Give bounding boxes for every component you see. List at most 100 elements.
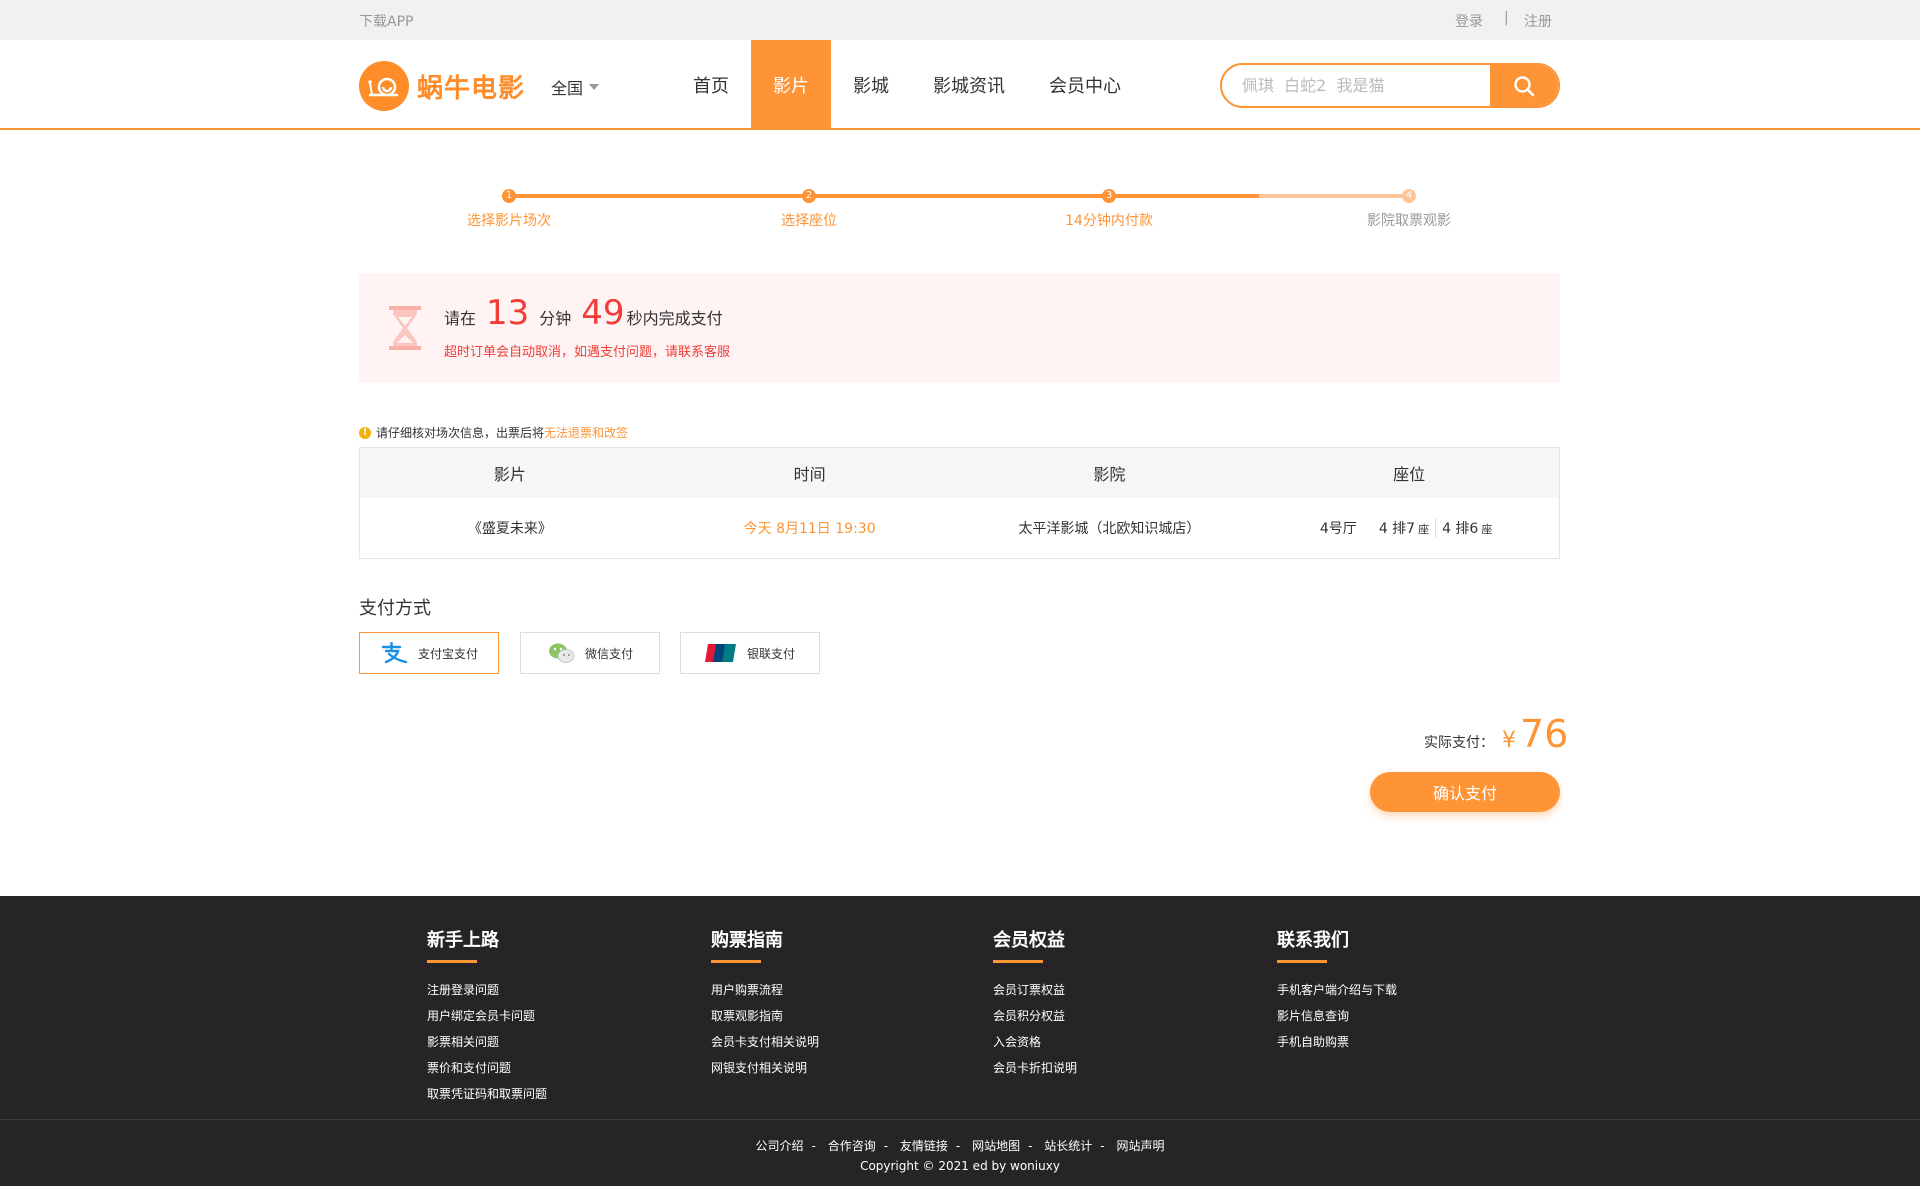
progress-fill (509, 194, 1259, 198)
footer-link[interactable]: 影片信息查询 (1277, 1003, 1537, 1029)
top-bar: 下载APP 登录 | 注册 (0, 0, 1920, 40)
countdown-seconds: 49 (581, 293, 625, 333)
footer-link[interactable]: 会员卡折扣说明 (993, 1055, 1253, 1081)
order-progress-steps: 1 选择影片场次 2 选择座位 3 14分钟内付款 4 影院取票观影 (359, 186, 1559, 236)
cinema-name: 太平洋影城（北欧知识城店） (1018, 521, 1201, 537)
column-header-time: 时间 (793, 465, 826, 484)
download-app-link[interactable]: 下载APP (359, 11, 413, 31)
seat-unit: 座 (1418, 523, 1430, 536)
countdown-minute-unit: 分钟 (539, 309, 572, 328)
column-header-movie: 影片 (493, 465, 526, 484)
step-label: 影院取票观影 (1367, 213, 1451, 229)
footer-column-title: 购票指南 (711, 930, 783, 951)
amount-value: 76 (1520, 712, 1569, 756)
step-label: 14分钟内付款 (1065, 213, 1153, 229)
step-label: 选择座位 (781, 213, 837, 229)
footer-link[interactable]: 入会资格 (993, 1029, 1253, 1055)
step-number: 4 (1402, 189, 1416, 203)
footer-bottom-link[interactable]: 合作咨询 (828, 1139, 876, 1153)
footer-link[interactable]: 用户购票流程 (711, 977, 971, 1003)
footer-bottom-link[interactable]: 站长统计 (1044, 1139, 1092, 1153)
footer-column-beginner: 新手上路 注册登录问题 用户绑定会员卡问题 影票相关问题 票价和支付问题 取票凭… (427, 926, 687, 1107)
footer-link[interactable]: 注册登录问题 (427, 977, 687, 1003)
nav-home[interactable]: 首页 (671, 40, 751, 130)
nav-cinema-news[interactable]: 影城资讯 (911, 40, 1027, 130)
footer-bottom-links: 公司介绍 - 合作咨询 - 友情链接 - 网站地图 - 站长统计 - 网站声明 (755, 1139, 1165, 1153)
login-link[interactable]: 登录 (1455, 11, 1483, 31)
step-number: 1 (502, 189, 516, 203)
register-link[interactable]: 注册 (1524, 11, 1552, 31)
footer-link[interactable]: 用户绑定会员卡问题 (427, 1003, 687, 1029)
nav-movies[interactable]: 影片 (751, 40, 831, 130)
brand-logo[interactable]: 蜗牛电影 (359, 60, 529, 112)
confirm-payment-button[interactable]: 确认支付 (1370, 772, 1560, 812)
footer-bottom-link[interactable]: 公司介绍 (756, 1139, 804, 1153)
table-row: 《盛夏未来》 今天 8月11日 19:30 太平洋影城（北欧知识城店） 4号厅 … (360, 498, 1559, 558)
notice-text: 请仔细核对场次信息，出票后将 (376, 426, 545, 440)
countdown-line: 请在 13 分钟 49 秒内完成支付 (444, 293, 723, 333)
order-info-table: 影片 时间 影院 座位 《盛夏未来》 今天 8月11日 19:30 太平洋影城（… (359, 447, 1560, 559)
table-header: 影片 时间 影院 座位 (360, 448, 1559, 498)
footer-column-member-benefits: 会员权益 会员订票权益 会员积分权益 入会资格 会员卡折扣说明 (993, 926, 1253, 1081)
footer-link[interactable]: 会员积分权益 (993, 1003, 1253, 1029)
footer-title-underline (711, 960, 761, 963)
search-box (1220, 63, 1560, 108)
unionpay-button[interactable]: 银联支付 (680, 632, 820, 674)
nav-cinemas[interactable]: 影城 (831, 40, 911, 130)
footer-column-title: 联系我们 (1277, 930, 1349, 951)
notice-highlight: 无法退票和改签 (544, 426, 629, 440)
currency-symbol: ¥ (1502, 728, 1516, 753)
timeout-warning: 超时订单会自动取消，如遇支付问题，请联系客服 (444, 345, 731, 360)
city-label: 全国 (551, 79, 584, 98)
snail-logo-icon (359, 61, 409, 111)
seat-row: 4 排6 (1442, 521, 1479, 537)
search-button[interactable] (1490, 65, 1558, 106)
wechat-pay-button[interactable]: 微信支付 (520, 632, 660, 674)
total-label: 实际支付： (1424, 735, 1494, 751)
footer-link[interactable]: 取票凭证码和取票问题 (427, 1081, 687, 1107)
countdown-prefix: 请在 (444, 309, 477, 328)
seat-unit: 座 (1481, 523, 1493, 536)
seat-item: 4 排7 座 (1373, 518, 1435, 538)
hourglass-icon (389, 306, 421, 350)
topbar-separator: | (1504, 10, 1509, 26)
seat-item: 4 排6 座 (1435, 518, 1498, 538)
footer-link[interactable]: 取票观影指南 (711, 1003, 971, 1029)
footer-link[interactable]: 票价和支付问题 (427, 1055, 687, 1081)
search-input[interactable] (1222, 65, 1492, 106)
footer-title-underline (1277, 960, 1327, 963)
footer-bottom-link[interactable]: 网站地图 (972, 1139, 1020, 1153)
footer-link[interactable]: 手机客户端介绍与下载 (1277, 977, 1537, 1003)
footer-bottom-link[interactable]: 网站声明 (1116, 1139, 1164, 1153)
step-label: 选择影片场次 (467, 213, 551, 229)
footer-title-underline (427, 960, 477, 963)
footer-link[interactable]: 会员卡支付相关说明 (711, 1029, 971, 1055)
footer-link[interactable]: 手机自助购票 (1277, 1029, 1537, 1055)
alipay-button[interactable]: 支付宝支付 (359, 632, 499, 674)
footer-column-contact: 联系我们 手机客户端介绍与下载 影片信息查询 手机自助购票 (1277, 926, 1537, 1055)
wechat-icon (547, 642, 575, 664)
footer-column-ticket-guide: 购票指南 用户购票流程 取票观影指南 会员卡支付相关说明 网银支付相关说明 (711, 926, 971, 1081)
seat-row: 4 排7 (1378, 521, 1416, 537)
step-number: 2 (802, 189, 816, 203)
footer-link[interactable]: 影票相关问题 (427, 1029, 687, 1055)
verify-notice: ! 请仔细核对场次信息，出票后将 无法退票和改签 (359, 424, 628, 441)
chevron-down-icon (589, 84, 600, 90)
step-number: 3 (1102, 189, 1116, 203)
column-header-seat: 座位 (1393, 465, 1426, 484)
main-nav: 首页 影片 影城 影城资讯 会员中心 (671, 40, 1143, 130)
city-selector[interactable]: 全国 (551, 75, 600, 99)
footer-column-title: 新手上路 (427, 930, 499, 951)
footer-link[interactable]: 网银支付相关说明 (711, 1055, 971, 1081)
nav-member-center[interactable]: 会员中心 (1027, 40, 1143, 130)
payment-method-title: 支付方式 (359, 598, 431, 619)
countdown-minutes: 13 (486, 293, 530, 333)
alipay-icon (380, 642, 408, 664)
footer-bottom-link[interactable]: 友情链接 (900, 1139, 948, 1153)
footer-link[interactable]: 会员订票权益 (993, 977, 1253, 1003)
main-header: 蜗牛电影 全国 首页 影片 影城 影城资讯 会员中心 (0, 40, 1920, 130)
brand-name: 蜗牛电影 (417, 73, 526, 104)
movie-title: 《盛夏未来》 (467, 521, 552, 537)
site-footer: 新手上路 注册登录问题 用户绑定会员卡问题 影票相关问题 票价和支付问题 取票凭… (0, 896, 1920, 1186)
seat-info: 4号厅 4 排7 座 4 排6 座 (1259, 498, 1559, 558)
